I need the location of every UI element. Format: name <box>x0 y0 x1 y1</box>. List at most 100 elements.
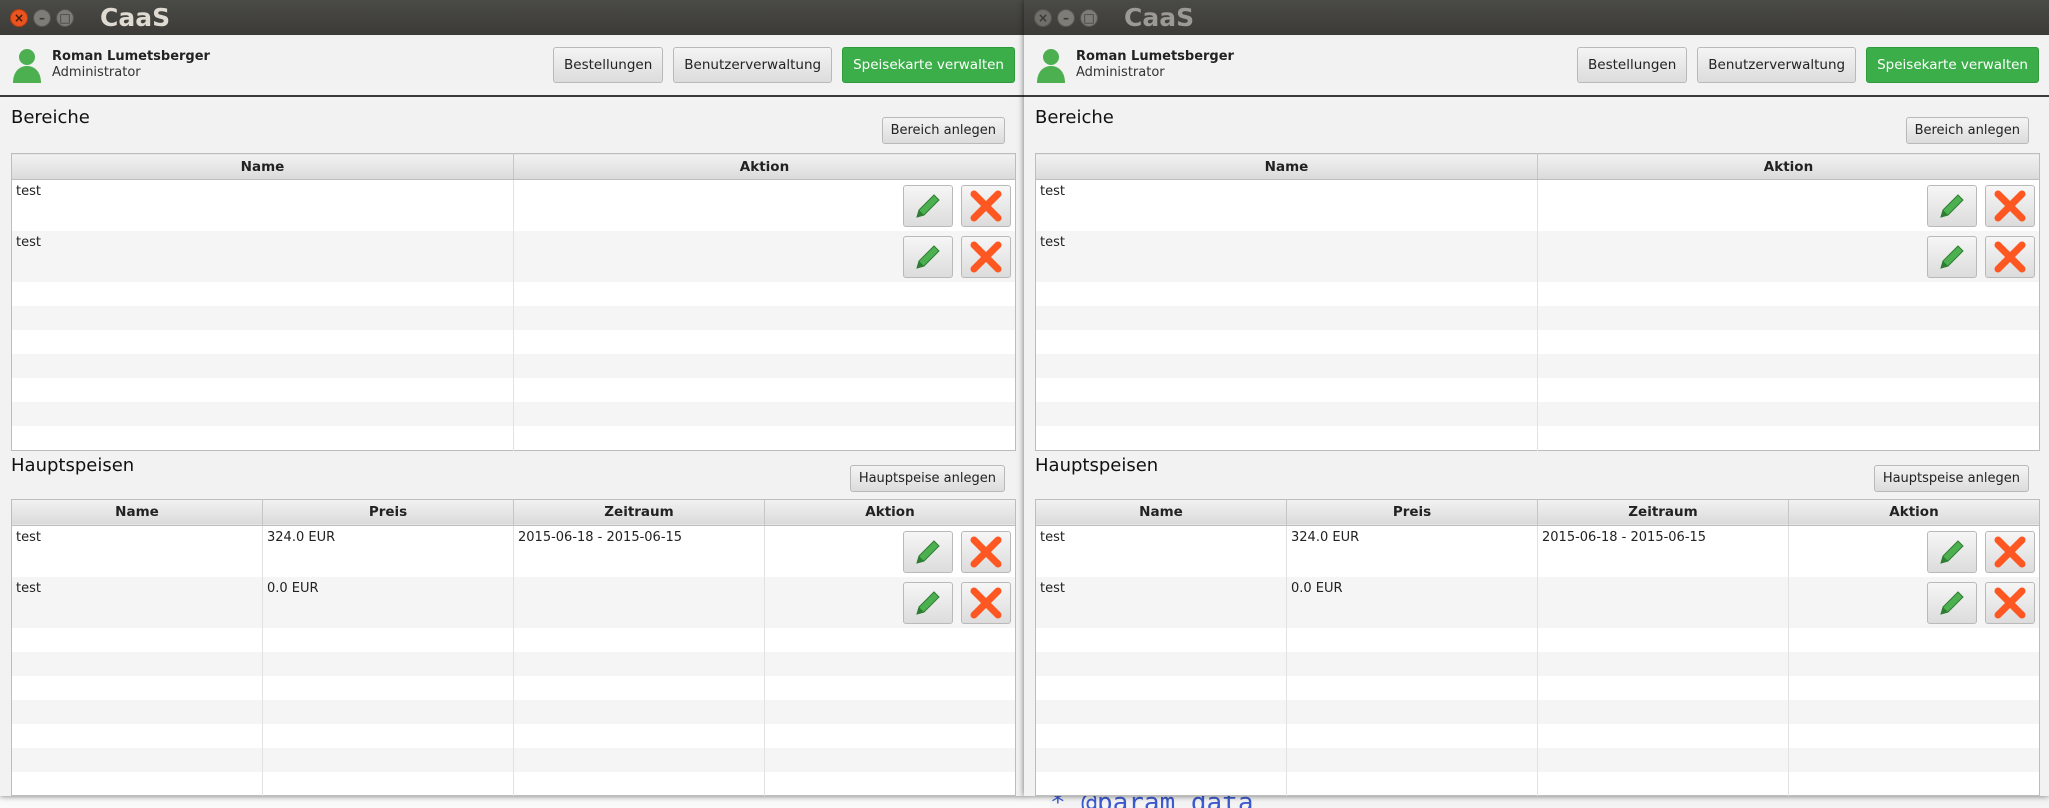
mains-section: Hauptspeisen Hauptspeise anlegen Name Pr… <box>0 451 1025 796</box>
delete-button[interactable] <box>961 581 1011 624</box>
user-info: Roman Lumetsberger Administrator <box>1036 47 1234 83</box>
cell-price: 0.0 EUR <box>262 576 514 628</box>
column-header[interactable]: Name <box>11 153 514 180</box>
section-title: Hauptspeisen <box>1035 454 1159 476</box>
column-header[interactable]: Name <box>1035 153 1538 180</box>
x-delete-icon <box>970 536 1002 567</box>
maximize-icon[interactable]: □ <box>1080 8 1098 27</box>
cell-name: test <box>11 179 514 231</box>
app-window-left: × – □ CaaS Roman Lumetsberger Administra… <box>0 0 1025 796</box>
add-main-button[interactable]: Hauptspeise anlegen <box>849 464 1005 492</box>
section-title: Bereiche <box>1035 107 1114 128</box>
cell-name: test <box>1035 525 1287 577</box>
mains-table: Name Preis Zeitraum Aktion test 324.0 EU… <box>1035 498 2040 796</box>
user-name: Roman Lumetsberger <box>1076 49 1234 64</box>
x-delete-icon <box>970 241 1002 273</box>
user-name: Roman Lumetsberger <box>52 49 210 64</box>
section-title: Hauptspeisen <box>11 454 135 476</box>
column-header[interactable]: Name <box>11 499 263 526</box>
table-row[interactable]: test 324.0 EUR 2015-06-18 - 2015-06-15 <box>11 525 1016 577</box>
column-header[interactable]: Preis <box>1286 499 1538 526</box>
edit-button[interactable] <box>903 236 953 278</box>
table-row[interactable]: test 0.0 EUR <box>1035 576 2040 628</box>
cell-name: test <box>1035 231 1538 282</box>
manage-menu-button[interactable]: Speisekarte verwalten <box>842 47 1015 83</box>
app-header: Roman Lumetsberger Administrator Bestell… <box>1024 35 2049 97</box>
add-area-button[interactable]: Bereich anlegen <box>1905 117 2029 144</box>
column-header[interactable]: Preis <box>262 499 514 526</box>
delete-button[interactable] <box>1985 530 2035 573</box>
column-header[interactable]: Aktion <box>1537 153 2040 180</box>
pencil-icon <box>1940 194 1964 218</box>
edit-button[interactable] <box>1927 530 1977 573</box>
x-delete-icon <box>970 190 1002 222</box>
delete-button[interactable] <box>961 530 1011 573</box>
edit-button[interactable] <box>1927 185 1977 227</box>
cell-period <box>513 576 765 628</box>
pencil-icon <box>1940 245 1964 269</box>
orders-button[interactable]: Bestellungen <box>1577 47 1688 83</box>
mains-section: Hauptspeisen Hauptspeise anlegen Name Pr… <box>1024 451 2049 796</box>
manage-menu-button[interactable]: Speisekarte verwalten <box>1866 47 2039 83</box>
edit-button[interactable] <box>1927 236 1977 278</box>
areas-section: Bereiche Bereich anlegen Name Aktion tes… <box>1024 97 2049 451</box>
table-row[interactable]: test 0.0 EUR <box>11 576 1016 628</box>
table-row[interactable]: test <box>1035 179 2040 231</box>
mains-table: Name Preis Zeitraum Aktion test 324.0 EU… <box>11 498 1016 796</box>
user-role: Administrator <box>52 65 141 80</box>
cell-name: test <box>11 231 514 282</box>
column-header[interactable]: Aktion <box>764 499 1016 526</box>
pencil-icon <box>916 245 940 269</box>
orders-button[interactable]: Bestellungen <box>553 47 664 83</box>
cell-period <box>1537 576 1789 628</box>
column-header[interactable]: Aktion <box>513 153 1016 180</box>
x-delete-icon <box>1994 190 2026 222</box>
main-nav: Bestellungen Benutzerverwaltung Speiseka… <box>553 47 1015 83</box>
main-nav: Bestellungen Benutzerverwaltung Speiseka… <box>1577 47 2039 83</box>
pencil-icon <box>916 194 940 218</box>
cell-price: 0.0 EUR <box>1286 576 1538 628</box>
table-row[interactable]: test 324.0 EUR 2015-06-18 - 2015-06-15 <box>1035 525 2040 577</box>
areas-table: Name Aktion test test <box>11 153 1016 451</box>
table-row[interactable]: test <box>11 231 1016 282</box>
close-icon[interactable]: × <box>1034 8 1052 27</box>
x-delete-icon <box>1994 587 2026 618</box>
delete-button[interactable] <box>1985 581 2035 624</box>
cell-period: 2015-06-18 - 2015-06-15 <box>1537 525 1789 577</box>
minimize-icon[interactable]: – <box>33 8 51 27</box>
cell-price: 324.0 EUR <box>1286 525 1538 577</box>
column-header[interactable]: Name <box>1035 499 1287 526</box>
add-area-button[interactable]: Bereich anlegen <box>881 117 1005 144</box>
edit-button[interactable] <box>1927 581 1977 624</box>
table-row[interactable]: test <box>1035 231 2040 282</box>
areas-table: Name Aktion test test <box>1035 153 2040 451</box>
column-header[interactable]: Zeitraum <box>1537 499 1789 526</box>
delete-button[interactable] <box>961 236 1011 278</box>
titlebar[interactable]: × – □ CaaS <box>1024 0 2049 35</box>
edit-button[interactable] <box>903 581 953 624</box>
edit-button[interactable] <box>903 185 953 227</box>
maximize-icon[interactable]: □ <box>56 8 74 27</box>
column-header[interactable]: Aktion <box>1788 499 2040 526</box>
pencil-icon <box>1940 590 1964 615</box>
window-title: CaaS <box>100 3 171 32</box>
add-main-button[interactable]: Hauptspeise anlegen <box>1873 464 2029 492</box>
table-row[interactable]: test <box>11 179 1016 231</box>
column-header[interactable]: Zeitraum <box>513 499 765 526</box>
window-title: CaaS <box>1124 3 1195 32</box>
app-window-right: × – □ CaaS Roman Lumetsberger Administra… <box>1024 0 2049 796</box>
pencil-icon <box>916 590 940 615</box>
minimize-icon[interactable]: – <box>1057 8 1075 27</box>
delete-button[interactable] <box>1985 236 2035 278</box>
pencil-icon <box>1940 539 1964 564</box>
delete-button[interactable] <box>961 185 1011 227</box>
close-icon[interactable]: × <box>10 8 28 27</box>
cell-name: test <box>1035 576 1287 628</box>
user-icon <box>13 49 41 83</box>
user-management-button[interactable]: Benutzerverwaltung <box>673 47 833 83</box>
user-role: Administrator <box>1076 65 1165 80</box>
titlebar[interactable]: × – □ CaaS <box>0 0 1025 35</box>
edit-button[interactable] <box>903 530 953 573</box>
user-management-button[interactable]: Benutzerverwaltung <box>1697 47 1857 83</box>
delete-button[interactable] <box>1985 185 2035 227</box>
